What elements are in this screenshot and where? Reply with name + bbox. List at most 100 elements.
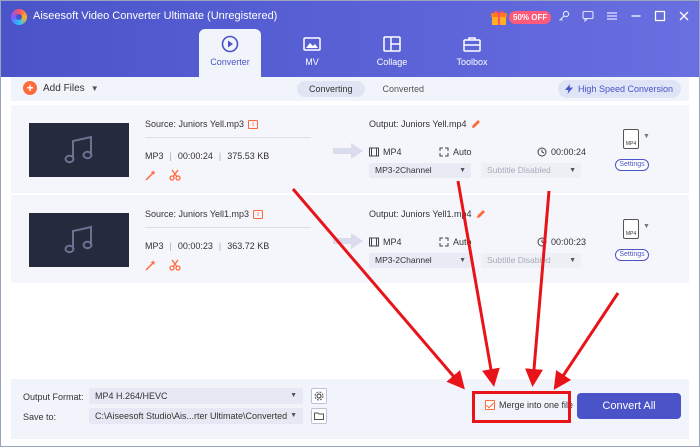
divider: | [169,151,172,161]
add-files-label: Add Files [43,82,85,94]
bottom-bar: Output Format: MP4 H.264/HEVC ▼ Save to:… [11,379,689,439]
subtitle-select[interactable]: Subtitle Disabled ▼ [481,253,581,268]
source-label: Source: Juniors Yell.mp3 [145,119,245,129]
subtitle-select[interactable]: Subtitle Disabled ▼ [481,163,581,178]
maximize-icon[interactable] [653,9,667,23]
source-name: Source: Juniors Yell1.mp3 i [145,209,264,219]
convert-all-button[interactable]: Convert All [577,393,681,419]
settings-button[interactable]: Settings [615,249,649,261]
output-format: MP4 [369,147,402,157]
tab-converted[interactable]: Converted [371,81,437,97]
edit-tools [145,259,181,271]
key-icon[interactable] [557,9,571,23]
converter-icon [221,35,239,53]
divider [145,137,311,138]
output-label: Output: Juniors Yell.mp4 [369,119,467,129]
output-duration: 00:00:24 [537,147,586,157]
format-settings-button[interactable] [311,388,327,404]
tab-collage[interactable]: Collage [361,29,423,75]
output-duration-value: 00:00:23 [551,237,587,247]
chevron-down-icon: ▼ [459,257,466,264]
audio-track-select[interactable]: MP3-2Channel ▼ [369,163,471,178]
output-duration: 00:00:23 [537,237,586,247]
output-format-value: MP4 [383,147,402,157]
toolbox-icon [463,37,481,52]
output-name: Output: Juniors Yell1.mp4 [369,209,486,219]
info-icon[interactable]: i [248,119,259,129]
source-format: MP3 [145,241,164,251]
mv-icon [303,37,321,51]
subtitle-value: Subtitle Disabled [487,255,551,265]
output-format-select-value: MP4 H.264/HEVC [95,391,168,401]
info-icon[interactable]: i [253,209,264,219]
output-name: Output: Juniors Yell.mp4 [369,119,481,129]
annotation-highlight-box [472,391,571,423]
source-duration: 00:00:23 [177,241,213,251]
folder-icon [314,412,324,420]
status-switch: Converting Converted [297,81,436,97]
promo-offer[interactable]: 50% OFF [489,7,552,27]
output-format-label: Output Format: [23,392,84,402]
source-duration: 00:00:24 [177,151,213,161]
tab-toolbox[interactable]: Toolbox [441,29,503,75]
tab-mv[interactable]: MV [281,29,343,75]
tab-converter[interactable]: Converter [199,29,261,77]
chevron-down-icon: ▼ [569,257,576,264]
audio-track-value: MP3-2Channel [375,165,432,175]
output-resolution: Auto [439,147,472,157]
media-thumbnail[interactable] [29,213,129,267]
title-bar: Aiseesoft Video Converter Ultimate (Unre… [1,1,699,77]
lightning-icon [564,84,573,94]
subtitle-value: Subtitle Disabled [487,165,551,175]
scissors-icon[interactable] [169,169,181,181]
output-format: MP4 [369,237,402,247]
source-name: Source: Juniors Yell.mp3 i [145,119,259,129]
tab-label: MV [305,57,319,67]
pencil-icon[interactable] [476,209,486,219]
settings-button[interactable]: Settings [615,159,649,171]
window-controls [557,9,691,23]
chevron-down-icon[interactable]: ▼ [91,84,99,93]
film-icon [369,147,379,157]
window-title: Aiseesoft Video Converter Ultimate (Unre… [33,10,278,22]
source-label: Source: Juniors Yell1.mp3 [145,209,250,219]
tab-label: Toolbox [456,57,488,67]
output-format-thumbnail[interactable]: MP4 [623,219,639,239]
add-files-button[interactable]: + Add Files ▼ [23,81,99,95]
magic-wand-icon[interactable] [145,169,157,181]
chevron-down-icon[interactable]: ▼ [643,133,650,140]
save-to-select[interactable]: C:\Aiseesoft Studio\Ais...rter Ultimate\… [89,408,303,424]
chat-icon[interactable] [581,9,595,23]
media-thumbnail[interactable] [29,123,129,177]
output-format-thumbnail[interactable]: MP4 [623,129,639,149]
scissors-icon[interactable] [169,259,181,271]
high-speed-conversion-button[interactable]: High Speed Conversion [557,80,681,98]
plus-icon: + [23,81,37,95]
convert-arrow-icon [333,143,363,159]
output-format-value: MP4 [383,237,402,247]
chevron-down-icon: ▼ [290,392,297,399]
divider [145,227,311,228]
source-meta: MP3 | 00:00:24 | 375.53 KB [145,151,269,161]
output-resolution-value: Auto [453,237,472,247]
sale-badge: 50% OFF [509,11,552,24]
minimize-icon[interactable] [629,9,643,23]
audio-track-value: MP3-2Channel [375,255,432,265]
tab-converting[interactable]: Converting [297,81,365,97]
chevron-down-icon: ▼ [290,412,297,419]
open-folder-button[interactable] [311,408,327,424]
pencil-icon[interactable] [471,119,481,129]
music-note-icon [64,135,93,164]
file-row: Source: Juniors Yell.mp3 i MP3 | 00:00:2… [11,105,689,193]
audio-track-select[interactable]: MP3-2Channel ▼ [369,253,471,268]
convert-arrow-icon [333,233,363,249]
output-format-select[interactable]: MP4 H.264/HEVC ▼ [89,388,303,404]
close-icon[interactable] [677,9,691,23]
tab-label: Collage [376,57,408,67]
gift-icon [491,10,507,25]
menu-icon[interactable] [605,9,619,23]
magic-wand-icon[interactable] [145,259,157,271]
app-window: Aiseesoft Video Converter Ultimate (Unre… [0,0,700,447]
chevron-down-icon[interactable]: ▼ [643,223,650,230]
collage-icon [383,36,401,52]
